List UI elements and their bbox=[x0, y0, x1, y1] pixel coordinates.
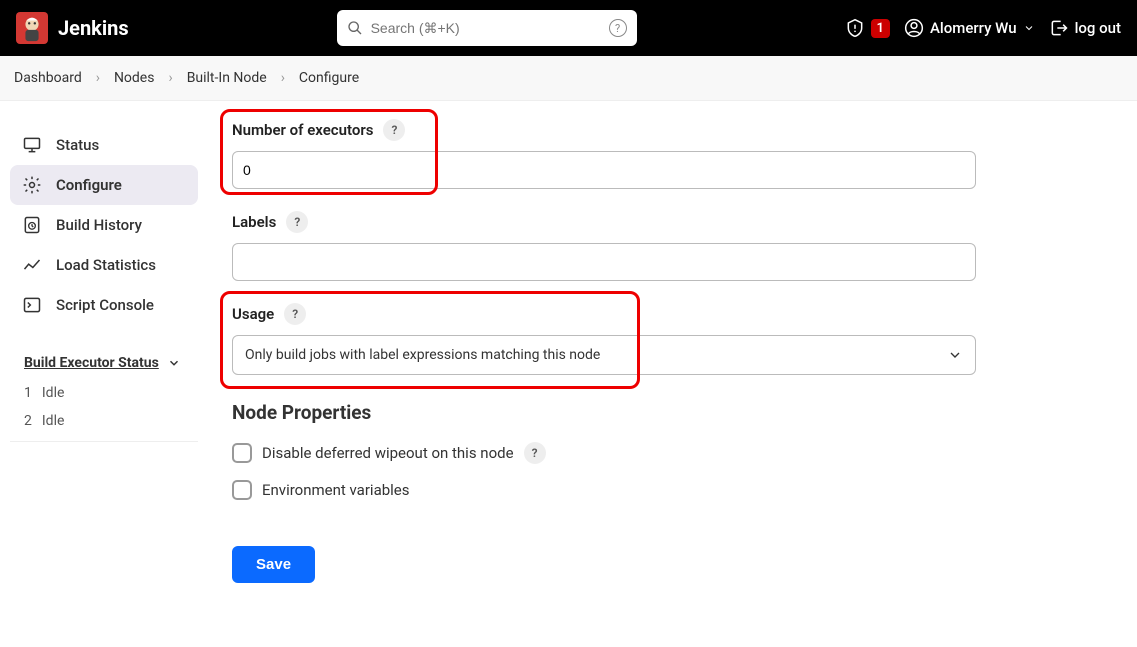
search-wrapper: ? bbox=[145, 10, 829, 46]
monitor-icon bbox=[22, 135, 42, 155]
breadcrumb-configure[interactable]: Configure bbox=[299, 70, 359, 86]
sidebar-item-label: Load Statistics bbox=[56, 256, 156, 274]
checkbox-env-vars[interactable]: Environment variables bbox=[232, 480, 1113, 500]
content-area: Status Configure Build History Load Stat… bbox=[0, 101, 1137, 623]
sidebar-item-label: Script Console bbox=[56, 296, 154, 314]
logout-label: log out bbox=[1075, 19, 1121, 37]
search-box[interactable]: ? bbox=[337, 10, 637, 46]
sidebar-item-label: Build History bbox=[56, 216, 142, 234]
top-header: Jenkins ? 1 Alomerry Wu log out bbox=[0, 0, 1137, 56]
sidebar-item-configure[interactable]: Configure bbox=[10, 165, 198, 205]
executor-status-title: Build Executor Status bbox=[24, 355, 159, 371]
gear-icon bbox=[22, 175, 42, 195]
executors-input[interactable] bbox=[232, 151, 976, 189]
chevron-down-icon bbox=[167, 356, 181, 370]
brand-logo[interactable]: Jenkins bbox=[16, 12, 129, 44]
executor-status-header[interactable]: Build Executor Status bbox=[10, 345, 198, 379]
sidebar-item-label: Configure bbox=[56, 176, 122, 194]
shield-icon bbox=[845, 18, 865, 38]
sidebar-item-load-statistics[interactable]: Load Statistics bbox=[10, 245, 198, 285]
history-icon bbox=[22, 215, 42, 235]
search-icon bbox=[347, 20, 363, 36]
main-form: Number of executors ? Labels ? Usage ? O… bbox=[208, 111, 1137, 623]
checkbox-label: Disable deferred wipeout on this node bbox=[262, 444, 514, 462]
divider bbox=[10, 441, 198, 442]
logout-button[interactable]: log out bbox=[1049, 18, 1121, 38]
checkbox-input[interactable] bbox=[232, 443, 252, 463]
checkbox-label: Environment variables bbox=[262, 481, 410, 499]
field-executors: Number of executors ? bbox=[232, 119, 1113, 189]
chevron-right-icon: › bbox=[168, 70, 172, 86]
executors-label: Number of executors bbox=[232, 121, 373, 139]
sidebar-item-label: Status bbox=[56, 136, 99, 154]
executor-row: 1 Idle bbox=[10, 379, 198, 407]
chevron-down-icon bbox=[947, 347, 963, 363]
executor-number: 2 bbox=[24, 413, 32, 429]
usage-select[interactable]: Only build jobs with label expressions m… bbox=[232, 335, 976, 375]
username: Alomerry Wu bbox=[930, 19, 1017, 37]
chevron-right-icon: › bbox=[96, 70, 100, 86]
chart-icon bbox=[22, 255, 42, 275]
checkbox-disable-wipeout[interactable]: Disable deferred wipeout on this node ? bbox=[232, 442, 1113, 464]
checkbox-input[interactable] bbox=[232, 480, 252, 500]
help-icon[interactable]: ? bbox=[286, 211, 308, 233]
help-icon[interactable]: ? bbox=[284, 303, 306, 325]
user-menu[interactable]: Alomerry Wu bbox=[904, 18, 1035, 38]
labels-label: Labels bbox=[232, 213, 276, 231]
search-input[interactable] bbox=[371, 20, 601, 36]
sidebar-item-script-console[interactable]: Script Console bbox=[10, 285, 198, 325]
breadcrumb-dashboard[interactable]: Dashboard bbox=[14, 70, 82, 86]
help-icon[interactable]: ? bbox=[383, 119, 405, 141]
alert-count-badge: 1 bbox=[871, 19, 890, 38]
user-icon bbox=[904, 18, 924, 38]
chevron-down-icon bbox=[1023, 22, 1035, 34]
brand-name: Jenkins bbox=[58, 16, 129, 40]
executor-status: Idle bbox=[42, 385, 65, 401]
breadcrumb: Dashboard › Nodes › Built-In Node › Conf… bbox=[0, 56, 1137, 101]
save-button[interactable]: Save bbox=[232, 546, 315, 583]
breadcrumb-nodes[interactable]: Nodes bbox=[114, 70, 155, 86]
executor-row: 2 Idle bbox=[10, 407, 198, 435]
sidebar-item-status[interactable]: Status bbox=[10, 125, 198, 165]
sidebar: Status Configure Build History Load Stat… bbox=[0, 111, 208, 623]
usage-label: Usage bbox=[232, 305, 274, 323]
usage-selected-value: Only build jobs with label expressions m… bbox=[245, 347, 600, 363]
field-labels: Labels ? bbox=[232, 211, 1113, 281]
logout-icon bbox=[1049, 18, 1069, 38]
labels-input[interactable] bbox=[232, 243, 976, 281]
terminal-icon bbox=[22, 295, 42, 315]
breadcrumb-builtin-node[interactable]: Built-In Node bbox=[187, 70, 267, 86]
chevron-right-icon: › bbox=[281, 70, 285, 86]
field-usage: Usage ? Only build jobs with label expre… bbox=[232, 303, 1113, 375]
executor-status: Idle bbox=[42, 413, 65, 429]
help-icon[interactable]: ? bbox=[524, 442, 546, 464]
search-help-icon[interactable]: ? bbox=[609, 19, 627, 37]
header-right: 1 Alomerry Wu log out bbox=[845, 18, 1121, 38]
sidebar-item-build-history[interactable]: Build History bbox=[10, 205, 198, 245]
jenkins-icon bbox=[16, 12, 48, 44]
executor-number: 1 bbox=[24, 385, 32, 401]
node-properties-heading: Node Properties bbox=[232, 401, 1113, 424]
security-alerts[interactable]: 1 bbox=[845, 18, 890, 38]
